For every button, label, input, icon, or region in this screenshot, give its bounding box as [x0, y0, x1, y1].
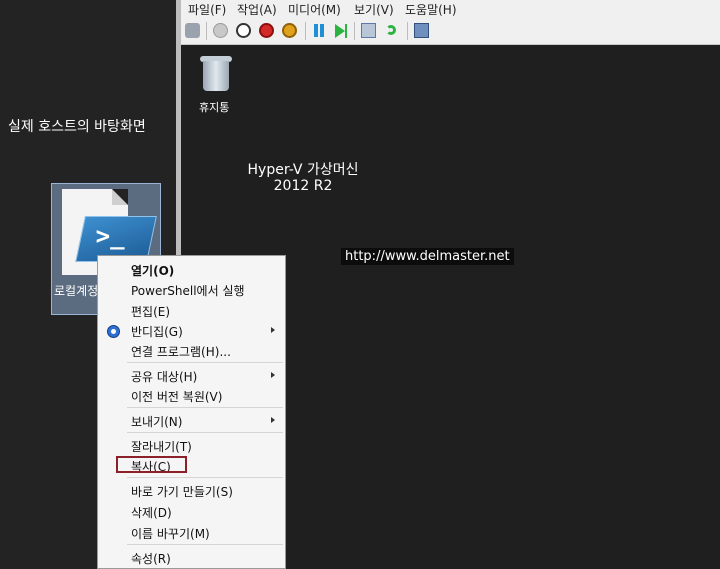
menu-item-run-with-powershell[interactable]: PowerShell에서 실행 — [98, 279, 285, 299]
ctrl-alt-del-icon[interactable] — [185, 23, 200, 38]
menu-item-edit[interactable]: 편집(E) — [98, 300, 285, 320]
vm-title-line2: 2012 R2 — [273, 178, 333, 194]
menu-item-create-shortcut[interactable]: 바로 가기 만들기(S) — [98, 480, 285, 500]
submenu-arrow-icon — [271, 372, 275, 378]
menu-help[interactable]: 도움말(H) — [405, 1, 457, 18]
watermark-url: http://www.delmaster.net — [341, 248, 514, 265]
menu-item-share-with[interactable]: 공유 대상(H) — [98, 365, 285, 385]
save-icon[interactable] — [282, 23, 297, 38]
menu-separator — [127, 432, 283, 433]
shutdown-icon[interactable] — [259, 23, 274, 38]
revert-icon[interactable] — [384, 23, 399, 38]
menu-action[interactable]: 작업(A) — [237, 1, 277, 18]
menu-item-send-to[interactable]: 보내기(N) — [98, 410, 285, 430]
menu-item-delete[interactable]: 삭제(D) — [98, 501, 285, 521]
menu-media[interactable]: 미디어(M) — [288, 1, 341, 18]
menu-item-open-with[interactable]: 연결 프로그램(H)... — [98, 340, 285, 360]
checkpoint-icon[interactable] — [361, 23, 376, 38]
toolbar-separator — [354, 22, 355, 40]
menu-separator — [127, 407, 283, 408]
recycle-bin-icon[interactable] — [199, 53, 233, 91]
start-icon[interactable] — [213, 23, 228, 38]
recycle-bin-label: 휴지통 — [199, 101, 230, 114]
submenu-arrow-icon — [271, 327, 275, 333]
menu-file[interactable]: 파일(F) — [188, 1, 226, 18]
menu-item-cut[interactable]: 잘라내기(T) — [98, 435, 285, 455]
pause-icon[interactable] — [311, 23, 326, 38]
vm-menubar: 파일(F) 작업(A) 미디어(M) 보기(V) 도움말(H) — [181, 0, 720, 18]
menu-separator — [127, 544, 283, 545]
enhanced-session-icon[interactable] — [414, 23, 429, 38]
menu-separator — [127, 477, 283, 478]
menu-separator — [127, 362, 283, 363]
turn-off-icon[interactable] — [236, 23, 251, 38]
vm-title: Hyper-V 가상머신 2012 R2 — [239, 162, 367, 194]
menu-item-open[interactable]: 열기(O) — [98, 259, 285, 279]
toolbar-separator — [305, 22, 306, 40]
menu-item-properties[interactable]: 속성(R) — [98, 547, 285, 567]
menu-view[interactable]: 보기(V) — [354, 1, 394, 18]
submenu-arrow-icon — [271, 417, 275, 423]
toolbar-separator — [206, 22, 207, 40]
copy-highlight-box — [116, 456, 187, 473]
menu-item-restore-previous-versions[interactable]: 이전 버전 복원(V) — [98, 385, 285, 405]
menu-item-rename[interactable]: 이름 바꾸기(M) — [98, 522, 285, 542]
reset-icon[interactable] — [333, 23, 348, 38]
toolbar-separator — [407, 22, 408, 40]
file-label: 로컬계정 — [54, 284, 99, 298]
menu-item-bandizip[interactable]: 반디집(G) — [98, 320, 285, 340]
bandizip-icon — [107, 325, 120, 338]
vm-title-line1: Hyper-V 가상머신 — [247, 162, 359, 178]
vm-toolbar — [181, 18, 720, 45]
host-desktop-label: 실제 호스트의 바탕화면 — [8, 119, 146, 135]
context-menu: 열기(O) PowerShell에서 실행 편집(E) 반디집(G) 연결 프로… — [97, 255, 286, 569]
